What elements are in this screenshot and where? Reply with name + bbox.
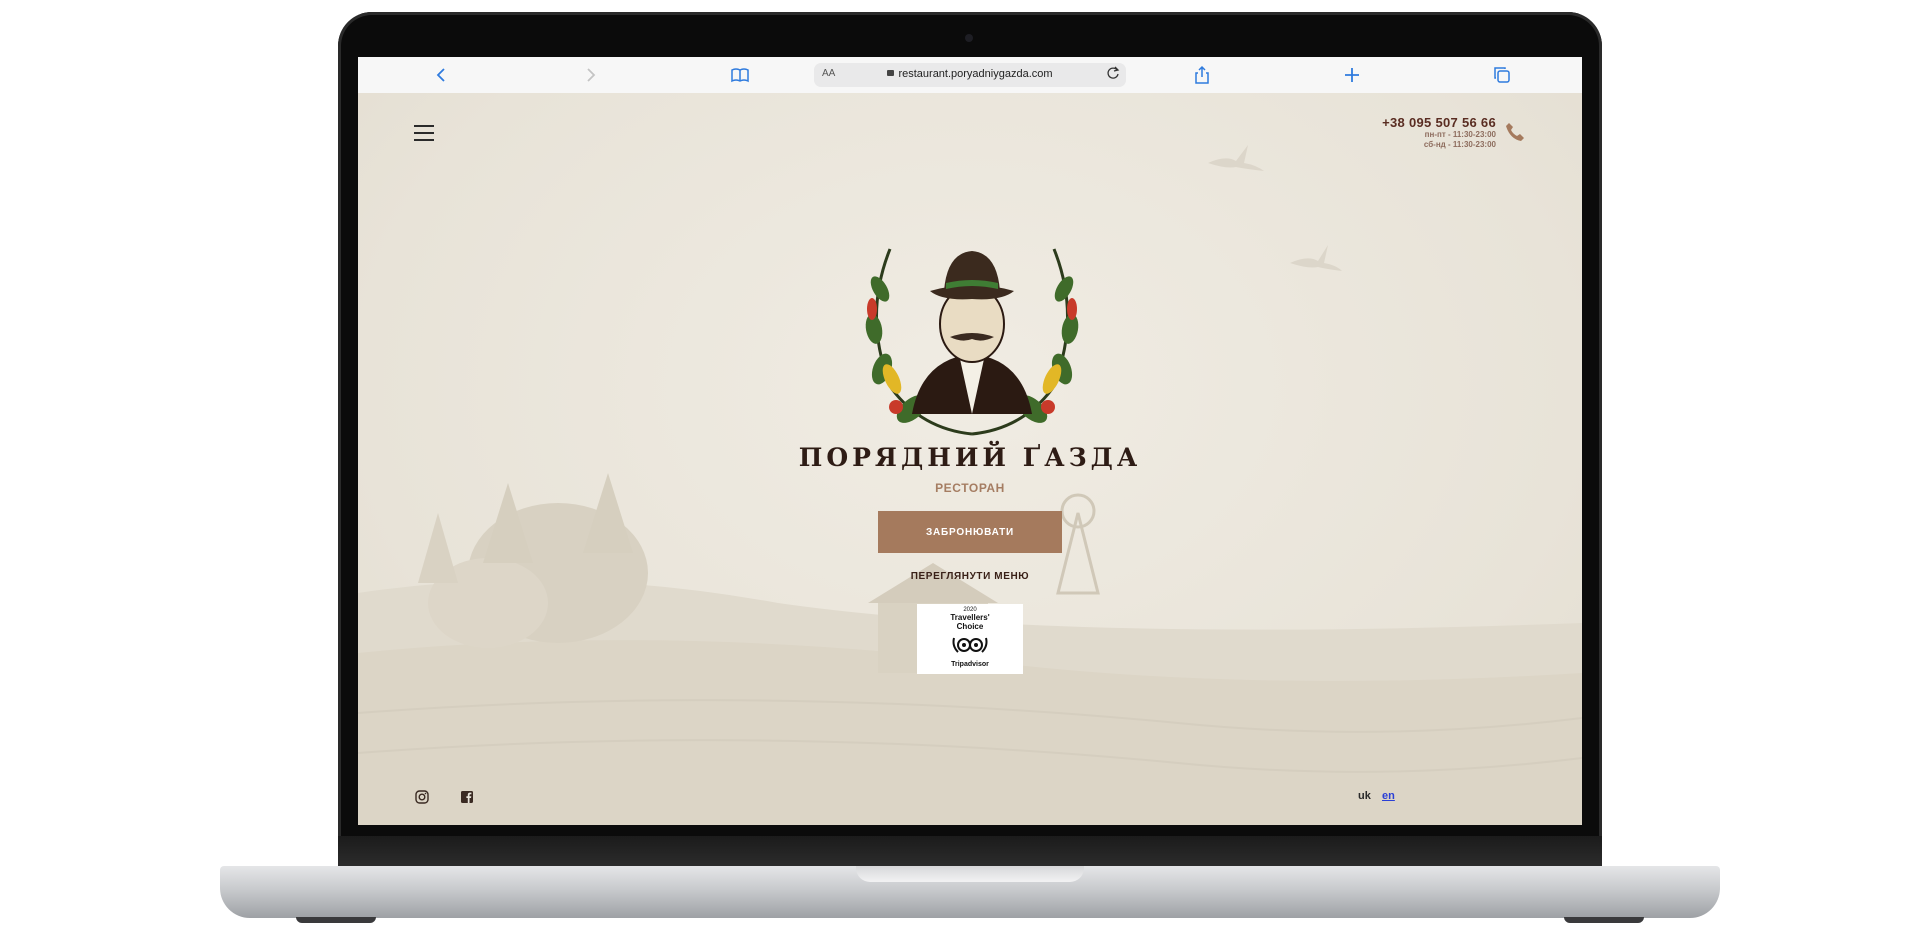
hours-weekend: сб-нд - 11:30-23:00	[1423, 140, 1496, 149]
facebook-icon[interactable]	[459, 789, 475, 805]
share-icon[interactable]	[1192, 65, 1212, 85]
badge-line2: Choice	[956, 622, 984, 631]
brand-name: ПОРЯДНИЙ ҐАЗДА	[798, 443, 1142, 472]
camera	[965, 34, 973, 42]
screen: AA restaurant.poryadniygazda.com +38 095…	[358, 57, 1582, 825]
crane-bird-icon	[1290, 245, 1342, 271]
phone-number[interactable]: +38 095 507 56 66	[1382, 115, 1496, 130]
badge-line1: Travellers'	[950, 613, 990, 622]
view-menu-link[interactable]: ПЕРЕГЛЯНУТИ МЕНЮ	[358, 571, 1582, 582]
hamburger-menu-icon[interactable]	[414, 125, 434, 141]
tripadvisor-badge[interactable]: 2020 Travellers' Choice Tripadvisor	[917, 604, 1023, 674]
restaurant-logo-icon	[865, 248, 1079, 436]
url-text: restaurant.poryadniygazda.com	[898, 68, 1053, 80]
forward-icon[interactable]	[580, 65, 600, 85]
laptop-foot-left	[296, 917, 376, 923]
crane-bird-icon	[1208, 145, 1264, 171]
lang-en-link[interactable]: en	[1382, 790, 1395, 802]
instagram-icon[interactable]	[414, 789, 430, 805]
reload-icon[interactable]	[1106, 66, 1120, 80]
laptop-foot-right	[1564, 917, 1644, 923]
phone-icon[interactable]	[1504, 121, 1526, 143]
laptop-notch	[856, 866, 1084, 882]
badge-brand: Tripadvisor	[951, 661, 989, 668]
bookmarks-icon[interactable]	[730, 65, 750, 85]
contact-block: +38 095 507 56 66 пн-пт - 11:30-23:00 сб…	[1382, 115, 1496, 150]
laptop-hinge	[338, 836, 1602, 866]
brand-subtitle: РЕСТОРАН	[935, 481, 1005, 495]
hours-weekdays: пн-пт - 11:30-23:00	[1424, 130, 1496, 139]
browser-toolbar: AA restaurant.poryadniygazda.com	[358, 57, 1582, 94]
url-display[interactable]: restaurant.poryadniygazda.com	[814, 68, 1126, 80]
tabs-icon[interactable]	[1492, 65, 1512, 85]
address-bar[interactable]: AA restaurant.poryadniygazda.com	[814, 63, 1126, 87]
web-page: +38 095 507 56 66 пн-пт - 11:30-23:00 сб…	[358, 93, 1582, 825]
lang-uk-link[interactable]: uk	[1358, 790, 1371, 802]
book-table-button[interactable]: ЗАБРОНЮВАТИ	[878, 511, 1062, 553]
back-icon[interactable]	[432, 65, 452, 85]
tripadvisor-owl-icon	[952, 637, 988, 653]
lock-icon	[887, 70, 895, 76]
new-tab-icon[interactable]	[1342, 65, 1362, 85]
